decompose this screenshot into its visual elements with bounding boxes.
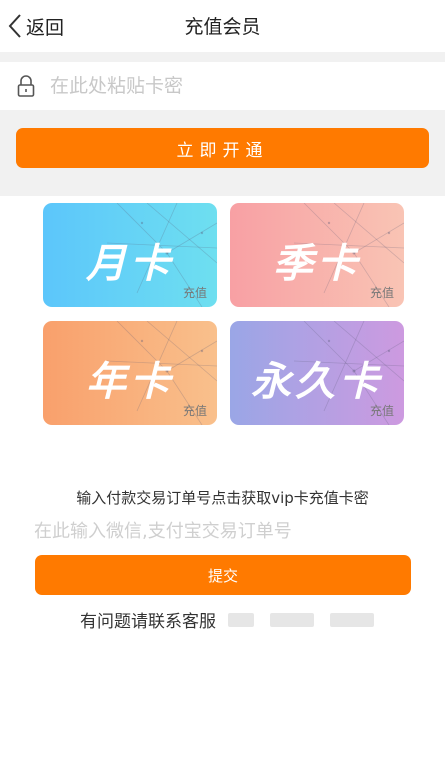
card-key-row	[0, 62, 445, 110]
year-card[interactable]: 年卡 充值	[43, 321, 217, 425]
lock-icon	[17, 75, 35, 97]
redacted-contact	[228, 613, 254, 627]
card-title: 季卡	[273, 241, 361, 287]
quarter-card[interactable]: 季卡 充值	[230, 203, 404, 307]
card-subtitle: 充值	[369, 404, 394, 418]
submit-button[interactable]: 提交	[35, 555, 411, 595]
contact-text: 有问题请联系客服	[80, 612, 216, 632]
page-title: 充值会员	[184, 16, 261, 38]
card-key-input[interactable]	[50, 75, 410, 97]
activate-button[interactable]: 立即开通	[16, 128, 429, 168]
redacted-contact	[330, 613, 374, 627]
card-subtitle: 充值	[182, 286, 207, 300]
month-card[interactable]: 月卡 充值	[43, 203, 217, 307]
card-subtitle: 充值	[369, 286, 394, 300]
order-number-input[interactable]	[34, 516, 412, 546]
redacted-contact	[270, 613, 314, 627]
card-title: 永久卡	[251, 359, 383, 405]
top-bar: 返回 充值会员	[0, 0, 445, 52]
card-subtitle: 充值	[182, 404, 207, 418]
forever-card[interactable]: 永久卡 充值	[230, 321, 404, 425]
order-instruction: 输入付款交易订单号点击获取vip卡充值卡密	[76, 489, 369, 507]
card-title: 年卡	[86, 359, 174, 405]
card-title: 月卡	[86, 241, 174, 287]
